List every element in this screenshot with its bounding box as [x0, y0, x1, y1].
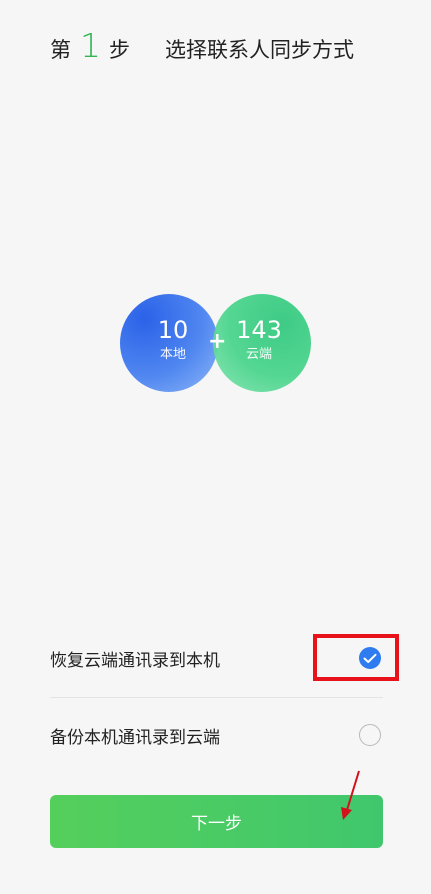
cloud-contacts-label: 云端 [245, 347, 272, 362]
step-number: 1 [80, 26, 101, 65]
step-prefix: 第 [50, 38, 71, 62]
step-header: 第 1 步 选择联系人同步方式 [50, 26, 354, 66]
annotation-arrow-icon [341, 770, 360, 820]
cloud-contacts-count: 143 [236, 316, 282, 344]
cloud-contacts-info: 143 云端 [224, 316, 294, 366]
option-label: 备份本机通讯录到云端 [50, 727, 220, 748]
option-label: 恢复云端通讯录到本机 [50, 650, 220, 671]
option-backup-local-to-cloud[interactable]: 备份本机通讯录到云端 [50, 713, 385, 757]
plus-icon: + [208, 329, 227, 354]
annotation-highlight-box [313, 634, 399, 681]
divider [50, 697, 383, 698]
contacts-venn-diagram: 10 本地 + 143 云端 [120, 294, 312, 392]
page-title: 选择联系人同步方式 [165, 38, 354, 62]
next-step-button[interactable]: 下一步 [50, 795, 383, 848]
local-contacts-label: 本地 [159, 347, 186, 362]
local-contacts-info: 10 本地 [138, 316, 208, 366]
radio-empty-icon[interactable] [359, 724, 381, 746]
step-suffix: 步 [109, 38, 130, 62]
local-contacts-count: 10 [157, 316, 189, 344]
